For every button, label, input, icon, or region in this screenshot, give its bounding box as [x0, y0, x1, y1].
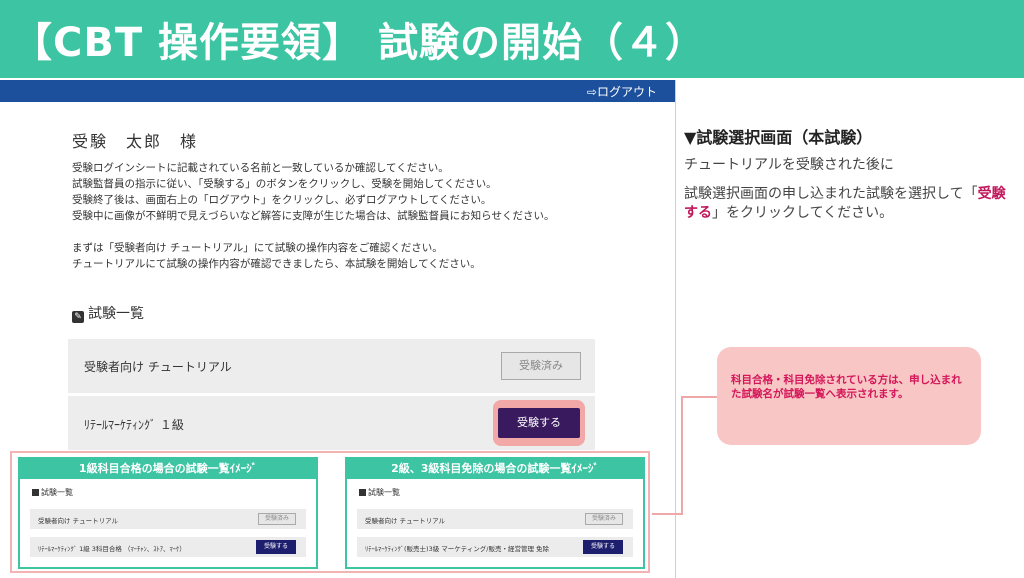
example-row: ﾘﾃｰﾙﾏｰｹﾃｨﾝｸﾞ(販売士)3級 マーケティング/販売・経営管理 免除 受… — [357, 537, 633, 557]
example-exam-name: ﾘﾃｰﾙﾏｰｹﾃｨﾝｸﾞ(販売士)3級 マーケティング/販売・経営管理 免除 — [365, 545, 550, 553]
example-section-title: 試験一覧 — [41, 488, 73, 497]
instruction-line: まずは「受験者向け チュートリアル」にて試験の操作内容をご確認ください。 — [72, 242, 443, 254]
logout-icon: ⇨ — [586, 85, 597, 99]
instruction-line: 試験監督員の指示に従い、「受験する」のボタンをクリックし、受験を開始してください… — [72, 178, 497, 190]
take-exam-button: 受験する — [256, 540, 296, 554]
instruction-line: 受験ログインシートに記載されている名前と一致しているか確認してください。 — [72, 162, 449, 174]
example-section-heading: 試験一覧 — [32, 487, 73, 498]
completed-button[interactable]: 受験済み — [501, 352, 581, 380]
edit-icon: ✎ — [72, 311, 84, 323]
example-exam-name: 受験者向け チュートリアル — [38, 517, 119, 525]
example-first-grade: 1級科目合格の場合の試験一覧ｲﾒｰｼﾞ 試験一覧 受験者向け チュートリアル 受… — [18, 457, 318, 569]
example-second-third-grade: 2級、3級科目免除の場合の試験一覧ｲﾒｰｼﾞ 試験一覧 受験者向け チュートリア… — [345, 457, 645, 569]
instruction-line: 受験中に画像が不鮮明で見えづらいなど解答に支障が生じた場合は、試験監督員にお知ら… — [72, 210, 555, 222]
user-name: 受験 太郎 様 — [72, 132, 199, 151]
explanation-text: 試験選択画面の申し込まれた試験を選択して「 — [684, 186, 978, 202]
take-exam-button: 受験する — [583, 540, 623, 554]
logout-label: ログアウト — [596, 85, 657, 99]
example-row: ﾘﾃｰﾙﾏｰｹﾃｨﾝｸﾞ 1級 3科目合格 （ﾏｰﾁｬﾝ、ｽﾄｱ、ﾏｰｹ） 受験… — [30, 537, 306, 557]
instruction-line: 受験終了後は、画面右上の「ログアウト」をクリックし、必ずログアウトしてください。 — [72, 194, 492, 206]
explanation-line-2: 試験選択画面の申し込まれた試験を選択して「受験する」をクリックしてください。 — [684, 185, 1014, 223]
completed-button: 受験済み — [585, 513, 623, 525]
slide-title: 【CBT 操作要領】 試験の開始（４） — [12, 20, 706, 66]
exam-name: ﾘﾃｰﾙﾏｰｹﾃｨﾝｸﾞ １級 — [84, 418, 184, 432]
completed-button: 受験済み — [258, 513, 296, 525]
explanation-text: 」をクリックしてください。 — [712, 205, 894, 221]
callout-connector — [681, 396, 683, 514]
take-exam-button[interactable]: 受験する — [498, 408, 580, 438]
exam-row-retail-marketing: ﾘﾃｰﾙﾏｰｹﾃｨﾝｸﾞ １級 受験する — [68, 396, 595, 450]
exam-name: 受験者向け チュートリアル — [84, 360, 232, 374]
edit-icon — [359, 489, 366, 496]
exam-row-tutorial: 受験者向け チュートリアル 受験済み — [68, 339, 595, 393]
example-row: 受験者向け チュートリアル 受験済み — [357, 509, 633, 529]
exam-list-title: 試験一覧 — [88, 306, 144, 322]
example-title: 2級、3級科目免除の場合の試験一覧ｲﾒｰｼﾞ — [347, 459, 643, 479]
example-section-heading: 試験一覧 — [359, 487, 400, 498]
explanation-panel: ▼試験選択画面（本試験） チュートリアルを受験された後に 試験選択画面の申し込ま… — [684, 124, 1014, 223]
instruction-line: チュートリアルにて試験の操作内容が確認できましたら、本試験を開始してください。 — [72, 258, 481, 270]
callout-connector — [652, 513, 683, 515]
slide-title-bar: 【CBT 操作要領】 試験の開始（４） — [0, 0, 1024, 78]
example-title: 1級科目合格の場合の試験一覧ｲﾒｰｼﾞ — [20, 459, 316, 479]
edit-icon — [32, 489, 39, 496]
explanation-line-1: チュートリアルを受験された後に — [684, 157, 894, 173]
example-exam-name: 受験者向け チュートリアル — [365, 517, 446, 525]
callout-connector — [681, 396, 717, 398]
explanation-heading: ▼試験選択画面（本試験） — [684, 128, 873, 147]
instructions: 受験ログインシートに記載されている名前と一致しているか確認してください。 試験監… — [72, 160, 632, 272]
example-section-title: 試験一覧 — [368, 488, 400, 497]
example-row: 受験者向け チュートリアル 受験済み — [30, 509, 306, 529]
callout-text: 科目合格・科目免除されている方は、申し込まれた試験名が試験一覧へ表示されます。 — [731, 374, 962, 400]
take-exam-highlight: 受験する — [493, 400, 585, 446]
logout-link[interactable]: ⇨ログアウト — [587, 83, 657, 100]
top-nav-bar: ⇨ログアウト — [0, 80, 675, 102]
example-exam-name: ﾘﾃｰﾙﾏｰｹﾃｨﾝｸﾞ 1級 3科目合格 （ﾏｰﾁｬﾝ、ｽﾄｱ、ﾏｰｹ） — [38, 545, 186, 553]
exam-list-heading: ✎ 試験一覧 — [72, 303, 144, 323]
callout-box: 科目合格・科目免除されている方は、申し込まれた試験名が試験一覧へ表示されます。 — [717, 347, 981, 445]
